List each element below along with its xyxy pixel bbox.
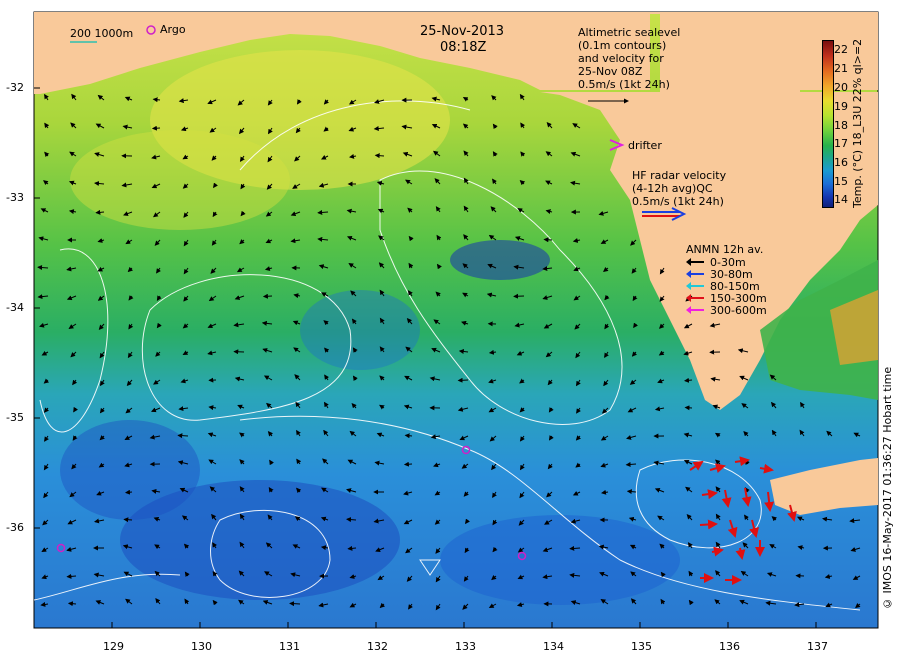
- x-tick-label: 132: [367, 640, 388, 653]
- temperature-colorbar: [822, 40, 834, 208]
- velocity-arrow: [66, 573, 77, 579]
- anmn-row-3: 150-300m: [686, 292, 767, 305]
- hf-radar-line-2: (4-12h avg)QC: [632, 182, 713, 195]
- drifter-label: drifter: [628, 139, 662, 152]
- anmn-row-1: 30-80m: [686, 268, 767, 281]
- x-tick-label: 135: [631, 640, 652, 653]
- x-tick-label: 133: [455, 640, 476, 653]
- velocity-arrow: [403, 461, 413, 467]
- legend-arrow-icon: [686, 269, 706, 279]
- cold-patch: [300, 290, 420, 370]
- time-text: 08:18Z: [440, 40, 487, 55]
- colorbar-tick: 22: [834, 43, 848, 56]
- hf-radar-line-3: 0.5m/s (1kt 24h): [632, 195, 724, 208]
- colorbar-tick: 20: [834, 81, 848, 94]
- x-tick-label: 137: [807, 640, 828, 653]
- y-tick-label: -33: [6, 191, 24, 204]
- velocity-arrow: [457, 377, 469, 383]
- scale-label: 200 1000m: [70, 27, 134, 40]
- colorbar-tick: 21: [834, 62, 848, 75]
- y-tick-label: -34: [6, 301, 24, 314]
- x-tick-label: 134: [543, 640, 564, 653]
- velocity-arrow: [125, 489, 133, 495]
- hf-radar-legend: HF radar velocity (4-12h avg)QC 0.5m/s (…: [632, 169, 726, 208]
- y-tick-label: -35: [6, 411, 24, 424]
- sst-map: [33, 11, 879, 629]
- legend-arrow-icon: [686, 305, 706, 315]
- anmn-label: 300-600m: [710, 303, 767, 317]
- colorbar-tick: 14: [834, 193, 848, 206]
- velocity-arrow: [95, 209, 105, 215]
- anmn-title: ANMN 12h av.: [686, 243, 764, 256]
- altimetry-line-2: (0.1m contours): [578, 39, 667, 52]
- cold-patch: [440, 515, 680, 605]
- velocity-arrow: [67, 601, 77, 607]
- hf-radar-line-1: HF radar velocity: [632, 169, 727, 182]
- velocity-arrow: [404, 433, 413, 439]
- colorbar-tick: 15: [834, 175, 848, 188]
- anmn-legend: ANMN 12h av. 0-30m 30-80m 80-150m 150-30…: [686, 243, 767, 317]
- x-tick-label: 129: [103, 640, 124, 653]
- anmn-row-2: 80-150m: [686, 280, 767, 293]
- altimetry-line-1: Altimetric sealevel: [578, 26, 681, 39]
- velocity-arrow: [569, 545, 581, 551]
- argo-label: Argo: [160, 23, 186, 36]
- x-tick-label: 136: [719, 640, 740, 653]
- velocity-arrow: [177, 433, 189, 439]
- cold-patch: [450, 240, 550, 280]
- velocity-arrow: [374, 153, 385, 159]
- altimetry-legend: Altimetric sealevel (0.1m contours) and …: [578, 26, 680, 91]
- colorbar-tick: 19: [834, 100, 848, 113]
- velocity-arrow: [262, 293, 273, 299]
- date-text: 25-Nov-2013: [420, 24, 505, 39]
- warm-patch: [70, 130, 290, 230]
- velocity-arrow: [123, 517, 133, 523]
- anmn-row-0: 0-30m: [686, 256, 767, 269]
- credit-text: © IMOS 16-May-2017 01:36:27 Hobart time: [881, 366, 894, 610]
- altimetry-line-3: and velocity for: [578, 52, 664, 65]
- x-tick-label: 130: [191, 640, 212, 653]
- legend-arrow-icon: [686, 293, 706, 303]
- colorbar-tick: 18: [834, 119, 848, 132]
- colorbar-tick: 16: [834, 156, 848, 169]
- velocity-arrow: [289, 601, 301, 607]
- altimetry-line-4: 25-Nov 08Z: [578, 65, 643, 78]
- legend-arrow-icon: [686, 257, 706, 267]
- velocity-arrow: [684, 405, 693, 411]
- altimetry-line-5: 0.5m/s (1kt 24h): [578, 78, 670, 91]
- y-tick-label: -32: [6, 81, 24, 94]
- anmn-row-4: 300-600m: [686, 303, 767, 317]
- colorbar-title: Temp. (°C) 18_L3U 22% ql>=2: [851, 38, 864, 208]
- date-stamp: 25-Nov-2013 08:18Z: [420, 24, 504, 56]
- colorbar-tick: 17: [834, 137, 848, 150]
- y-tick-label: -36: [6, 521, 24, 534]
- velocity-arrow: [151, 125, 161, 131]
- velocity-arrow: [543, 237, 553, 243]
- x-tick-label: 131: [279, 640, 300, 653]
- legend-arrow-icon: [686, 281, 706, 291]
